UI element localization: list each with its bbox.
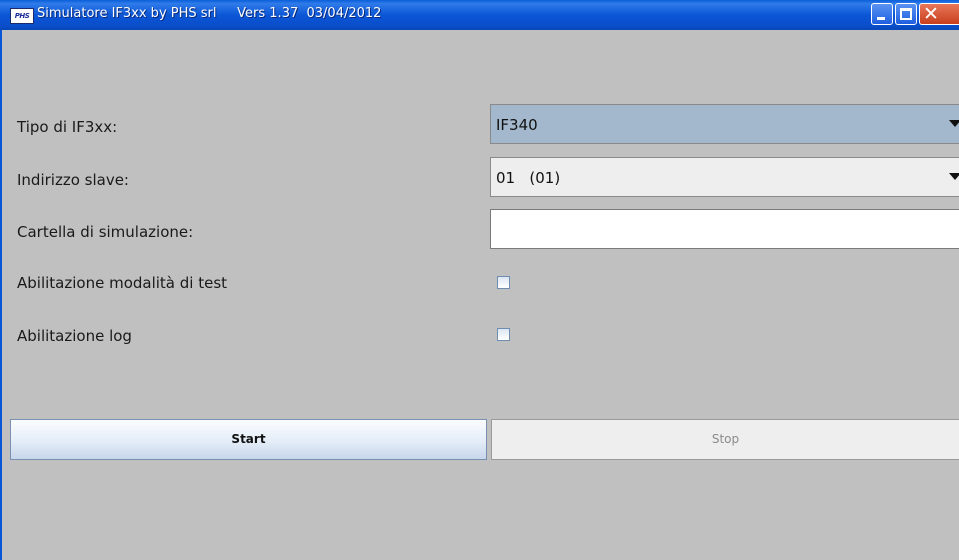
indirizzo-label: Indirizzo slave: bbox=[17, 171, 129, 189]
chevron-down-icon[interactable] bbox=[949, 173, 959, 180]
app-logo-icon: PHS bbox=[10, 8, 34, 24]
maximize-button[interactable] bbox=[895, 3, 917, 25]
window-title: Simulatore IF3xx by PHS srl Vers 1.37 03… bbox=[37, 6, 382, 21]
minimize-button[interactable] bbox=[871, 3, 893, 25]
close-icon: ✕ bbox=[923, 3, 939, 25]
tipo-select[interactable]: IF340 bbox=[490, 104, 959, 144]
minimize-icon bbox=[877, 17, 885, 20]
cartella-input[interactable] bbox=[490, 209, 959, 249]
log-label: Abilitazione log bbox=[17, 327, 132, 345]
stop-button[interactable]: Stop bbox=[491, 419, 959, 460]
tipo-select-value: IF340 bbox=[496, 116, 538, 134]
cartella-label: Cartella di simulazione: bbox=[17, 223, 194, 241]
log-checkbox[interactable] bbox=[497, 328, 510, 341]
tipo-label: Tipo di IF3xx: bbox=[17, 118, 118, 136]
close-button[interactable]: ✕ bbox=[919, 3, 959, 25]
maximize-icon bbox=[900, 8, 912, 20]
indirizzo-select-value: 01 (01) bbox=[496, 169, 561, 187]
window-titlebar[interactable]: PHS Simulatore IF3xx by PHS srl Vers 1.3… bbox=[0, 0, 959, 30]
start-button[interactable]: Start bbox=[10, 419, 487, 460]
chevron-down-icon[interactable] bbox=[949, 120, 959, 127]
test-mode-checkbox[interactable] bbox=[497, 276, 510, 289]
window-left-border bbox=[0, 30, 2, 560]
indirizzo-select[interactable]: 01 (01) bbox=[490, 157, 959, 197]
test-mode-label: Abilitazione modalità di test bbox=[17, 274, 228, 292]
